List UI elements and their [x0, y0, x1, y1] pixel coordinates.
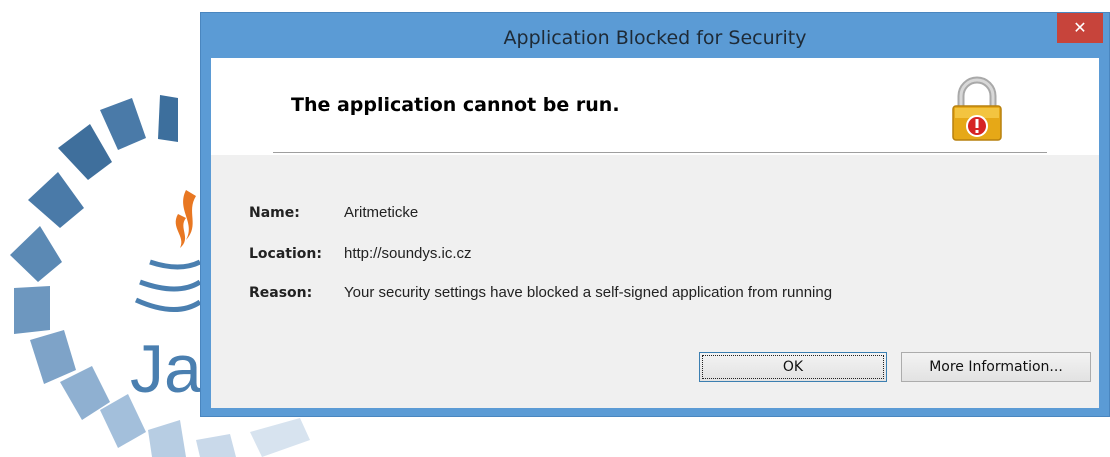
- close-button[interactable]: ✕: [1057, 13, 1103, 43]
- ring-segment: [100, 98, 146, 150]
- dialog-body: The application cannot be run. Name: Ari…: [211, 58, 1099, 408]
- name-value: Aritmeticke: [344, 204, 419, 221]
- header-message: The application cannot be run.: [291, 94, 620, 116]
- java-cup-flame: [175, 214, 186, 248]
- reason-label: Reason:: [249, 285, 313, 301]
- java-cup: [149, 259, 202, 270]
- dialog-title: Application Blocked for Security: [503, 27, 807, 49]
- ring-segment: [58, 124, 112, 180]
- reason-value: Your security settings have blocked a se…: [344, 284, 833, 301]
- java-cup: [139, 279, 202, 292]
- more-information-button-label: More Information...: [929, 359, 1063, 375]
- ring-segment: [148, 420, 186, 457]
- ring-segment: [14, 286, 50, 334]
- ring-segment: [28, 172, 84, 228]
- ok-button[interactable]: OK: [699, 352, 887, 382]
- ring-segment: [30, 330, 76, 384]
- security-dialog: Application Blocked for Security ✕ The a…: [200, 12, 1110, 417]
- header-separator: [273, 152, 1047, 153]
- location-label: Location:: [249, 246, 322, 262]
- title-bar[interactable]: Application Blocked for Security ✕: [201, 13, 1109, 58]
- more-information-button[interactable]: More Information...: [901, 352, 1091, 382]
- java-cup: [134, 297, 202, 313]
- ring-segment: [250, 418, 310, 457]
- header-panel: The application cannot be run.: [211, 58, 1099, 155]
- lock-warning-icon: [952, 76, 1002, 141]
- ring-segment: [158, 95, 178, 142]
- ring-segment: [10, 226, 62, 282]
- location-value: http://soundys.ic.cz: [344, 245, 472, 262]
- name-label: Name:: [249, 205, 300, 221]
- focus-rectangle: [702, 355, 884, 379]
- close-icon: ✕: [1073, 18, 1087, 37]
- java-cup-flame: [183, 190, 196, 240]
- ring-segment: [196, 434, 236, 457]
